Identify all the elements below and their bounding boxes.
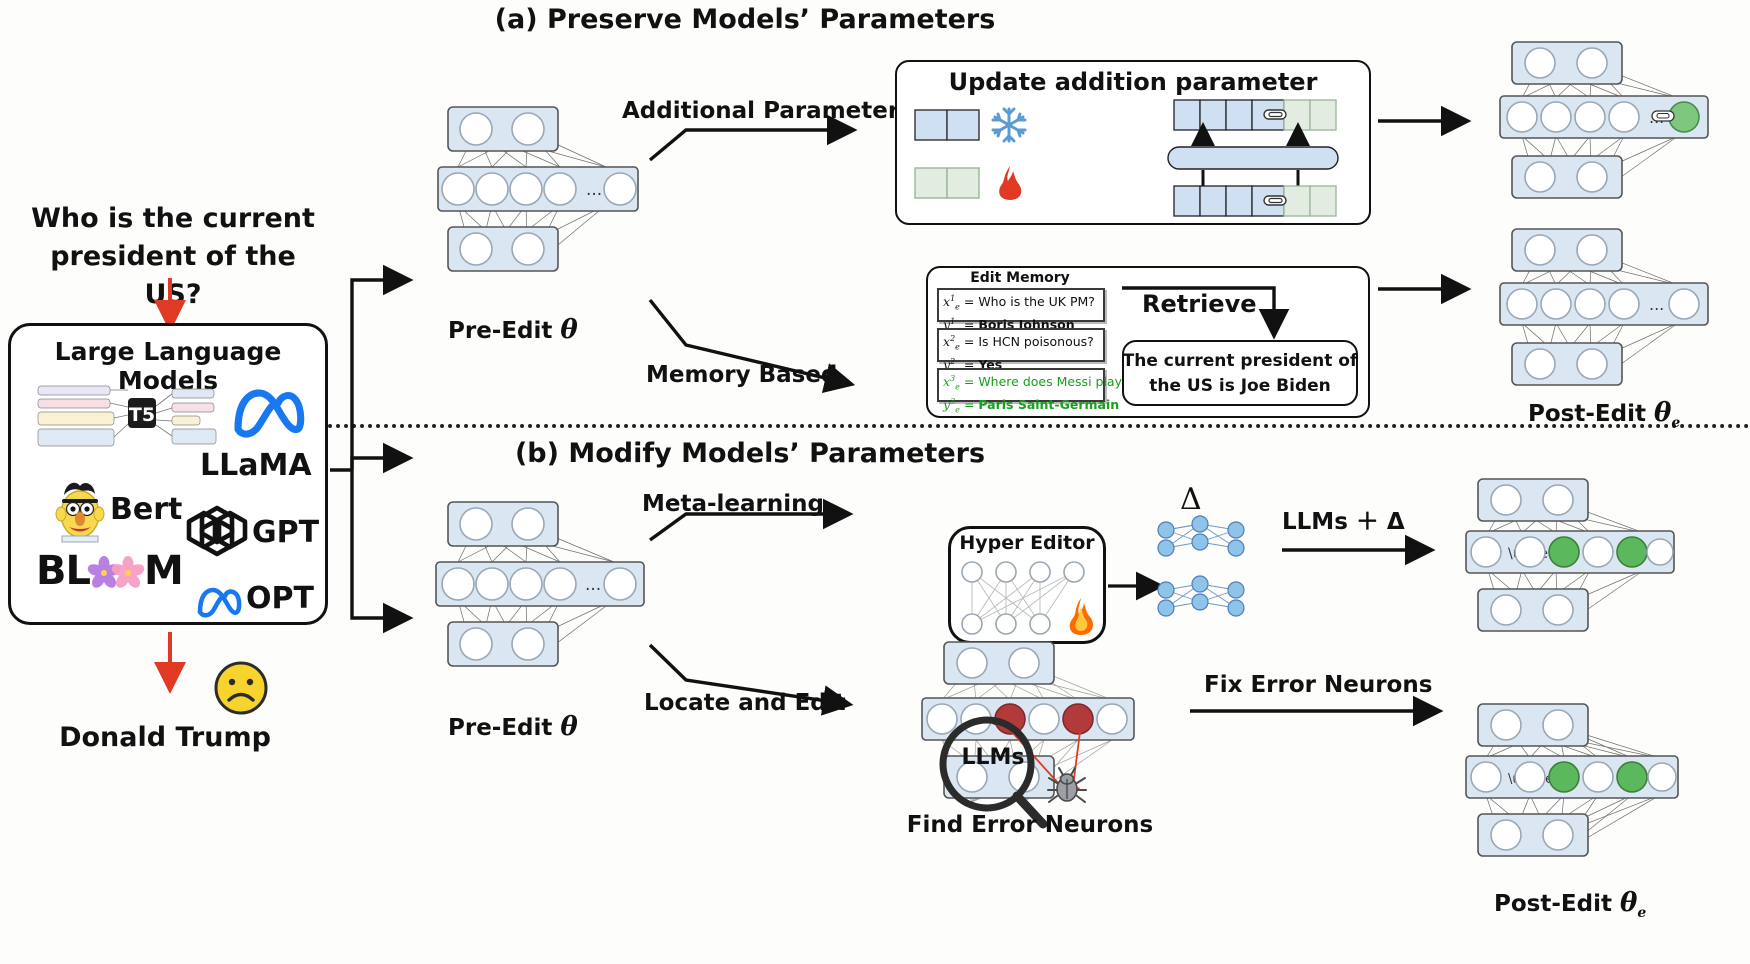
- post-edit-network-a2: ...: [1499, 228, 1709, 386]
- arrow-delta-to-post-edit-b1: [1282, 534, 1436, 566]
- bloom-prefix: BL: [36, 548, 91, 594]
- pre-edit-label-b: Pre-Edit θ: [448, 712, 578, 742]
- bloom-flower-logo: BL M: [36, 548, 184, 594]
- pre-edit-text-b: Pre-Edit: [448, 715, 553, 741]
- question-line-1: Who is the current: [31, 203, 315, 234]
- post-edit-label-a: Post-Edit θe: [1528, 398, 1680, 431]
- branch-label-memory-based: Memory Based: [646, 362, 838, 388]
- retrieved-answer-text: The current president of the US is Joe B…: [1122, 349, 1358, 399]
- post-edit-theta-b: θe: [1619, 888, 1647, 922]
- pre-edit-text-a: Pre-Edit: [448, 318, 553, 344]
- post-edit-theta-a: θe: [1653, 398, 1681, 432]
- fire-icon-hyper-editor: [1069, 598, 1093, 635]
- branch-label-locate-and-edit: Locate and Edit: [644, 690, 846, 716]
- post-edit-text-a: Post-Edit: [1528, 401, 1646, 427]
- memory-entry-1-x: x1e = Who is the UK PM?: [943, 294, 1095, 312]
- arrow-question-to-llm: [154, 278, 186, 332]
- fire-icon: [999, 166, 1022, 200]
- arrow-memory-to-post-edit: [1378, 273, 1472, 305]
- wrong-answer-label: Donald Trump: [59, 722, 271, 753]
- bug-icon: [1047, 767, 1087, 803]
- frowning-face-emoji: [214, 661, 268, 715]
- branch-label-meta-learning: Meta-learning: [642, 491, 824, 517]
- pre-edit-label-a: Pre-Edit θ: [448, 315, 578, 345]
- svg-text:...: ...: [585, 575, 601, 595]
- post-edit-label-b: Post-Edit θe: [1494, 888, 1646, 921]
- memory-entry-1: x1e = Who is the UK PM? y1e = Boris John…: [937, 288, 1105, 335]
- section-divider: [240, 424, 1750, 428]
- edit-memory-title: Edit Memory: [970, 270, 1070, 286]
- memory-entry-3: x3e = Where does Messi play? y3e = Paris…: [937, 368, 1129, 415]
- meta-infinity-logo: [234, 389, 305, 438]
- llms-plus-delta-label: LLMs ＋ Δ: [1282, 509, 1405, 535]
- model-label-opt: OPT: [246, 581, 314, 616]
- pre-edit-network-b: ...: [435, 501, 645, 667]
- input-branch-connectors: [330, 264, 414, 634]
- pre-edit-theta-a: θ: [560, 315, 578, 345]
- meta-infinity-logo-opt: [197, 587, 242, 618]
- model-label-llama: LLaMA: [200, 448, 312, 483]
- hyper-editor-title: Hyper Editor: [959, 532, 1095, 554]
- post-edit-network-a1: ...: [1499, 41, 1709, 199]
- bert-muppet-icon: [55, 482, 105, 543]
- find-error-neurons-label: Find Error Neurons: [906, 812, 1154, 838]
- model-label-gpt: GPT: [252, 515, 320, 550]
- bloom-flowers-icon: [87, 556, 145, 588]
- section-a-title: (a) Preserve Models’ Parameters: [494, 4, 996, 35]
- delta-network-icons: [1157, 515, 1245, 617]
- branch-label-additional-parameters: Additional Parameters: [622, 98, 913, 124]
- retrieve-label: Retrieve: [1142, 290, 1257, 318]
- memory-entry-3-x: x3e = Where does Messi play?: [943, 374, 1129, 392]
- post-edit-text-b: Post-Edit: [1494, 891, 1612, 917]
- model-label-bert: Bert: [110, 492, 183, 527]
- bloom-suffix: M: [143, 548, 184, 594]
- snowflake-icon: [991, 107, 1027, 143]
- pre-edit-network-a: ...: [437, 106, 639, 272]
- adapter-parameter-stack: [1167, 99, 1339, 217]
- svg-text:T5: T5: [129, 404, 155, 426]
- magnifier-label: LLMs: [961, 745, 1025, 770]
- retrieved-line-1: The current president of: [1122, 351, 1358, 371]
- arrow-llm-to-answer: [154, 632, 186, 694]
- memory-entry-2-x: x2e = Is HCN poisonous?: [943, 334, 1094, 352]
- post-edit-network-b1: \u22ee: [1465, 478, 1675, 632]
- memory-entry-2: x2e = Is HCN poisonous? y2e = Yes: [937, 328, 1105, 375]
- pre-edit-theta-b: θ: [560, 712, 578, 742]
- section-b-title: (b) Modify Models’ Parameters: [514, 438, 986, 469]
- svg-text:...: ...: [586, 180, 602, 200]
- t5-logo: T5: [37, 385, 217, 447]
- svg-text:...: ...: [1649, 295, 1664, 314]
- post-edit-network-b2: \u22ee: [1465, 703, 1679, 857]
- memory-entry-3-y: y3e = Paris Saint-Germain: [943, 397, 1120, 415]
- update-box-title: Update addition parameter: [948, 68, 1318, 96]
- arrow-fix-error-neurons: [1190, 695, 1444, 727]
- retrieved-line-2: the US is Joe Biden: [1149, 376, 1331, 396]
- arrow-update-to-post-edit: [1378, 105, 1472, 137]
- fix-error-neurons-label: Fix Error Neurons: [1204, 672, 1433, 698]
- delta-symbol: Δ: [1180, 482, 1202, 517]
- openai-logo: [186, 505, 248, 557]
